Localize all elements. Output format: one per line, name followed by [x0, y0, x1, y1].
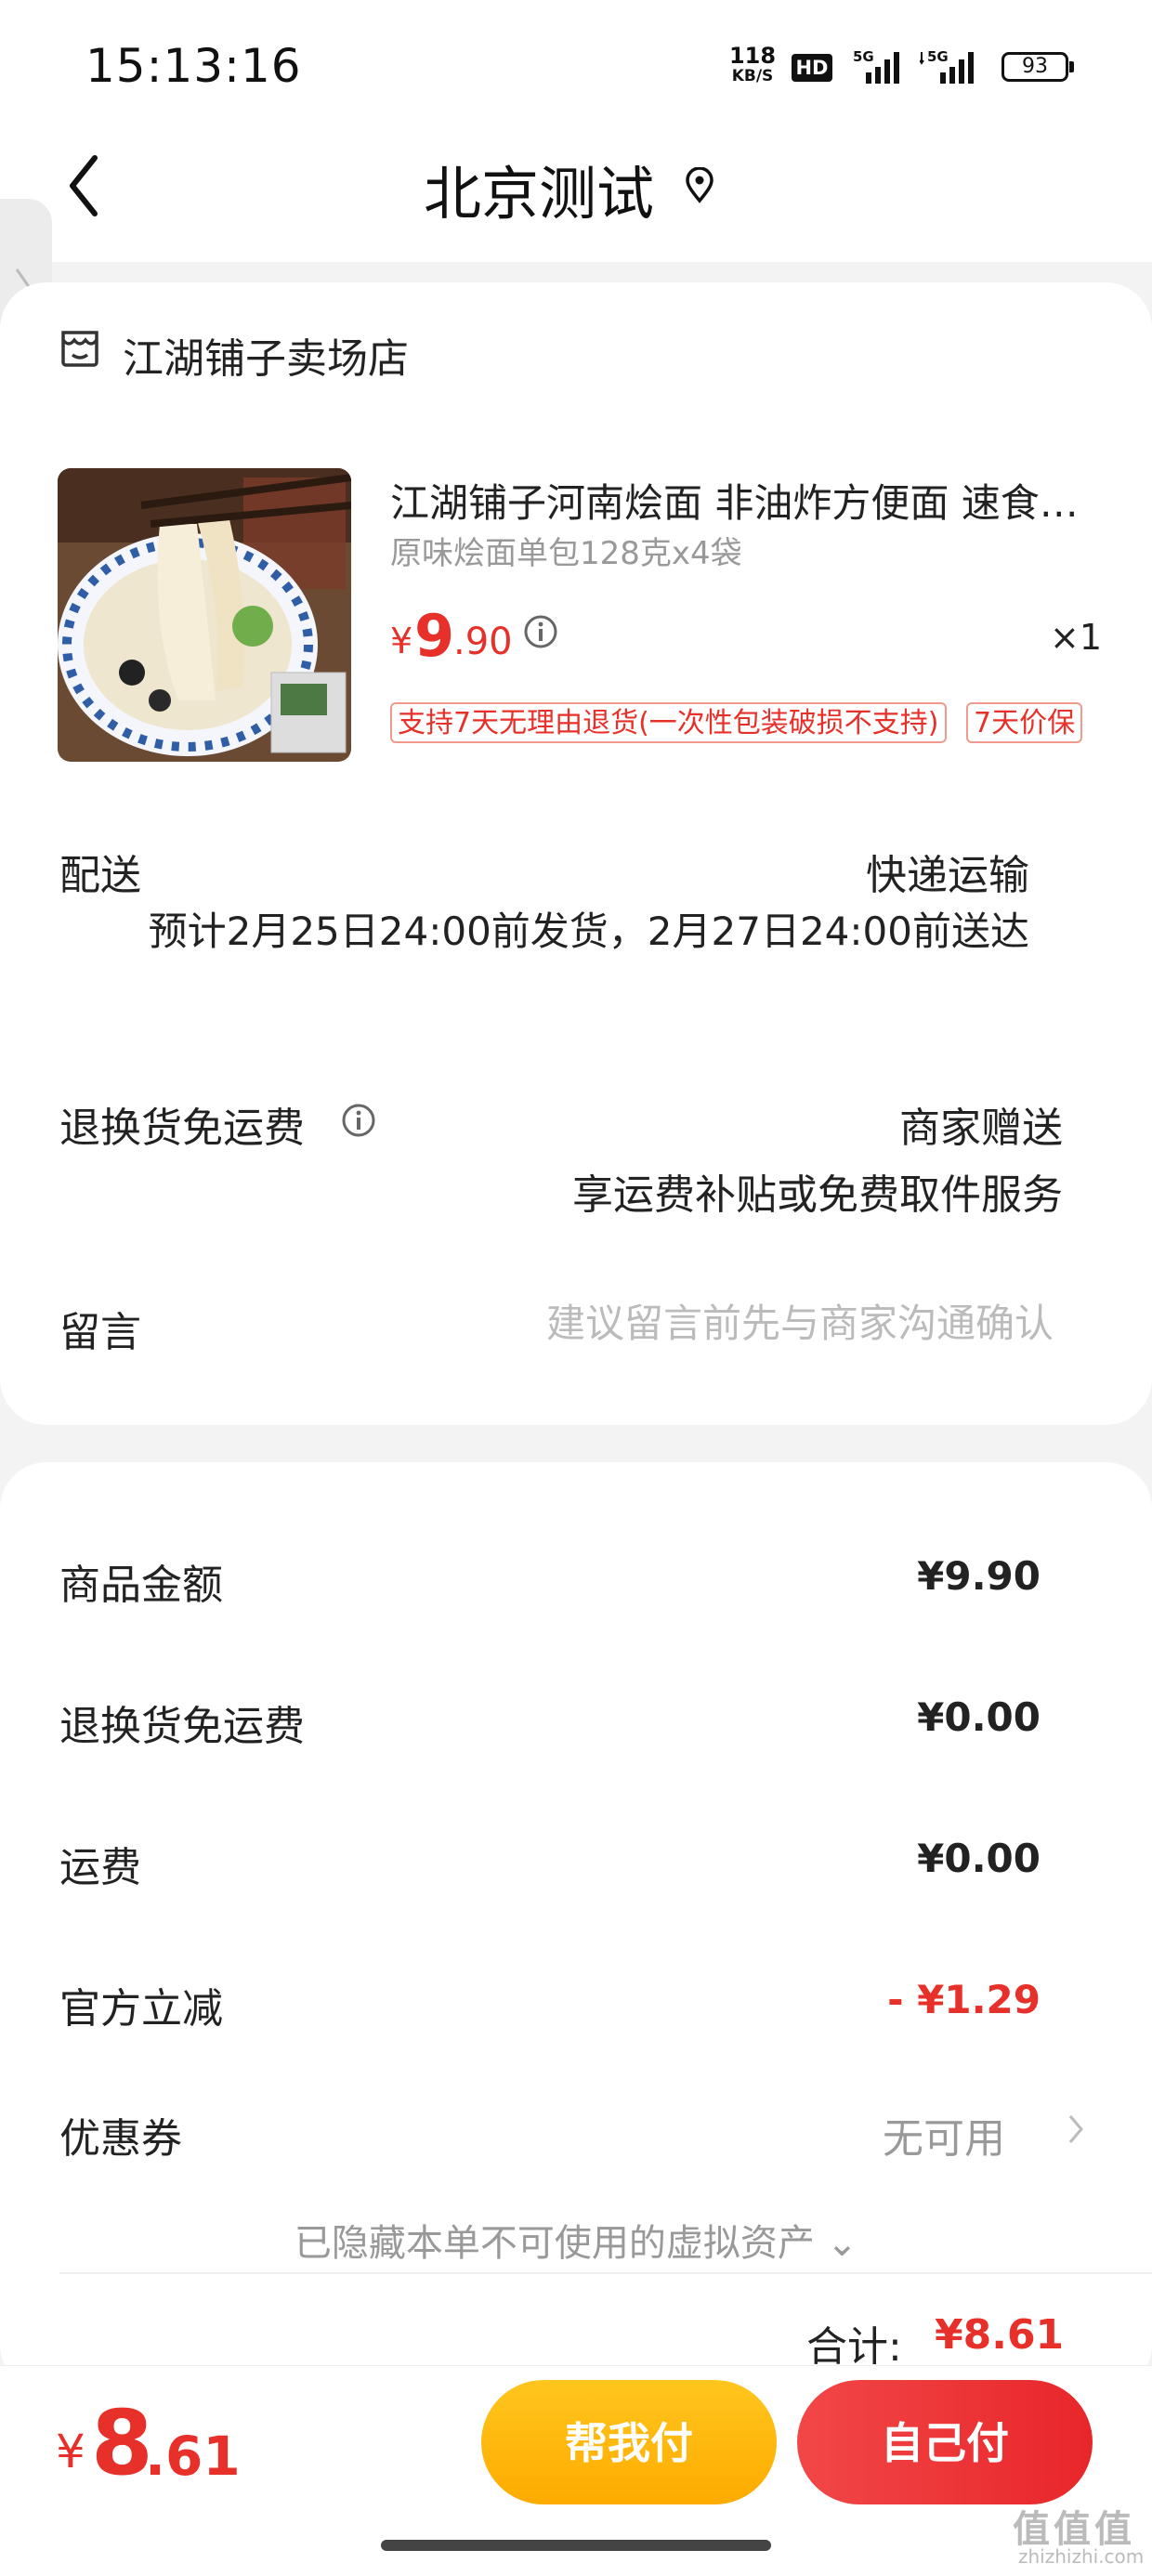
battery-tip	[1069, 61, 1074, 72]
coupon-chevron-icon[interactable]	[1067, 2111, 1085, 2148]
return-shipping-label: 退换货免运费	[59, 1105, 305, 1152]
official-discount-label: 官方立减	[59, 1985, 223, 2033]
return-fee-value: ¥0.00	[917, 1694, 1041, 1740]
total-label: 合计:	[806, 2323, 902, 2371]
coupon-label: 优惠券	[59, 2115, 182, 2163]
watermark-url: zhizhizhi.com	[1018, 2545, 1145, 2568]
shipping-label: 运费	[59, 1844, 141, 1891]
product-price-decimal: .90	[453, 621, 513, 663]
official-discount-value: - ¥1.29	[887, 1977, 1041, 2022]
page-title: 北京测试	[423, 160, 654, 228]
signal-icon-2: 5G	[920, 48, 974, 84]
product-title[interactable]: 江湖铺子河南烩面 非油炸方便面 速食面 懒人面	[390, 472, 1096, 529]
message-input[interactable]	[446, 1293, 1054, 1353]
product-quantity: ×1	[1050, 617, 1103, 658]
product-price-integer: 9	[414, 602, 455, 670]
return-shipping-provider: 商家赠送	[899, 1105, 1063, 1152]
help-me-pay-button[interactable]: 帮我付	[481, 2380, 777, 2504]
hd-icon: HD	[792, 54, 832, 82]
store-name[interactable]: 江湖铺子卖场店	[123, 325, 409, 385]
product-spec[interactable]: 原味烩面单包128克x4袋	[390, 528, 742, 573]
status-time: 15:13:16	[85, 39, 302, 93]
hidden-assets-toggle[interactable]: 已隐藏本单不可使用的虚拟资产 ⌄	[0, 2213, 1152, 2267]
signal-label-2: 5G	[927, 48, 949, 65]
store-icon	[61, 331, 98, 367]
message-label: 留言	[59, 1309, 141, 1356]
battery-icon: 93	[1001, 52, 1068, 82]
total-value: ¥8.61	[935, 2311, 1065, 2359]
delivery-label: 配送	[59, 852, 141, 899]
return-fee-label: 退换货免运费	[59, 1703, 305, 1750]
product-price-symbol: ¥	[390, 621, 413, 661]
pay-myself-button[interactable]: 自己付	[797, 2380, 1093, 2504]
pay-price-integer: 8	[91, 2391, 153, 2495]
return-info-icon[interactable]	[340, 1102, 377, 1139]
delivery-method: 快递运输	[866, 852, 1029, 899]
price-info-icon[interactable]	[522, 613, 559, 650]
network-speed-unit: KB/S	[731, 67, 774, 85]
network-speed: 118 KB/S	[725, 45, 780, 85]
summary-divider	[59, 2272, 1152, 2274]
coupon-value[interactable]: 无可用	[883, 2105, 1005, 2164]
price-protection-tag: 7天价保	[966, 702, 1083, 743]
shipping-value: ¥0.00	[917, 1836, 1041, 1881]
signal-label: 5G	[853, 48, 874, 65]
goods-amount-label: 商品金额	[59, 1562, 223, 1609]
delivery-estimate: 预计2月25日24:00前发货，2月27日24:00前送达	[148, 909, 1029, 954]
return-shipping-service: 享运费补贴或免费取件服务	[572, 1171, 1063, 1219]
return-policy-tag: 支持7天无理由退货(一次性包装破损不支持)	[390, 702, 947, 743]
goods-amount-value: ¥9.90	[917, 1553, 1041, 1599]
network-speed-value: 118	[728, 43, 777, 69]
pay-price-decimal: .61	[145, 2425, 241, 2488]
product-image[interactable]	[58, 468, 351, 762]
pay-price-symbol: ¥	[56, 2425, 85, 2478]
signal-icon: 5G	[853, 48, 899, 84]
home-indicator[interactable]	[381, 2540, 771, 2551]
location-pin-icon[interactable]	[683, 167, 716, 204]
